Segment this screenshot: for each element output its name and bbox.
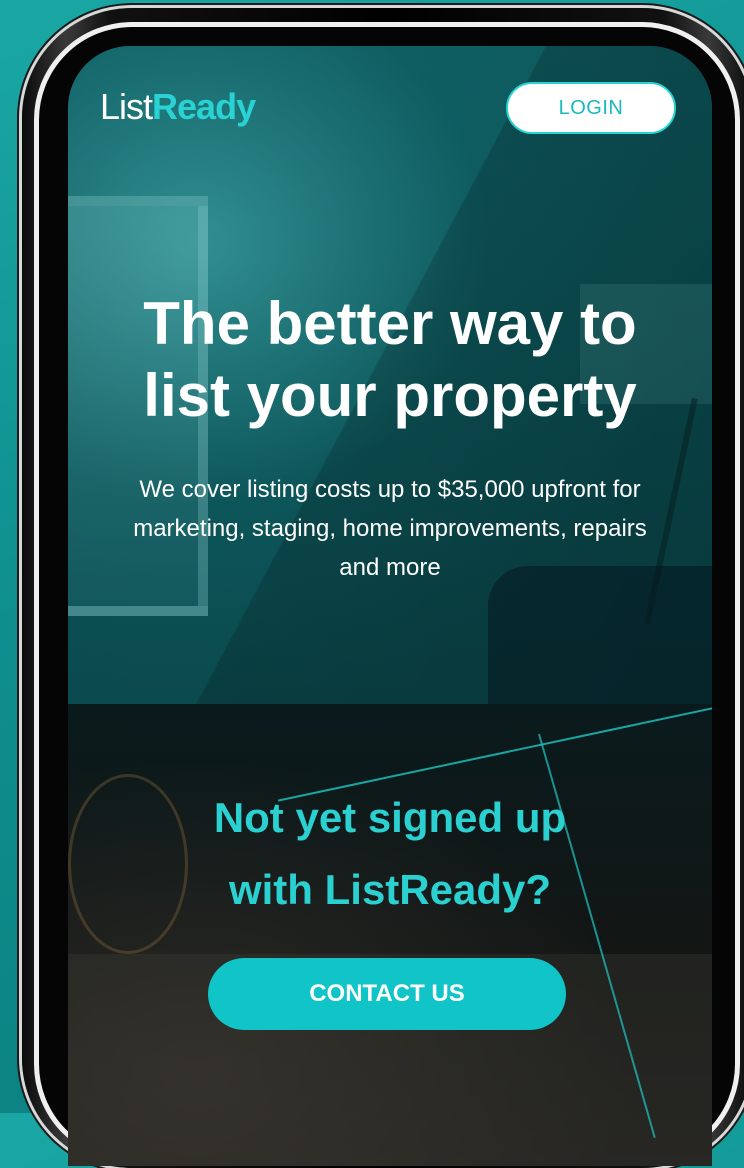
contact-us-button[interactable]: CONTACT US bbox=[208, 958, 566, 1030]
hero-headline: The better way to list your property bbox=[98, 288, 682, 432]
logo-primary-text: List bbox=[100, 86, 153, 127]
headline-line-2: list your property bbox=[143, 362, 637, 429]
hero-subtext: We cover listing costs up to $35,000 upf… bbox=[133, 476, 647, 581]
app-screen: ListReady LOGIN The better way to list y… bbox=[68, 46, 712, 1166]
headline-line-1: The better way to bbox=[143, 290, 637, 357]
hero-section: ListReady LOGIN The better way to list y… bbox=[68, 46, 712, 726]
listready-logo[interactable]: ListReady bbox=[100, 86, 256, 128]
signup-section bbox=[68, 704, 712, 1166]
signup-prompt-line-1: Not yet signed up bbox=[213, 794, 567, 841]
signup-prompt: Not yet signed up with ListReady? bbox=[108, 782, 672, 926]
login-button[interactable]: LOGIN bbox=[506, 82, 676, 134]
signup-prompt-line-2: with ListReady? bbox=[228, 866, 552, 913]
logo-accent-text: Ready bbox=[152, 86, 256, 127]
